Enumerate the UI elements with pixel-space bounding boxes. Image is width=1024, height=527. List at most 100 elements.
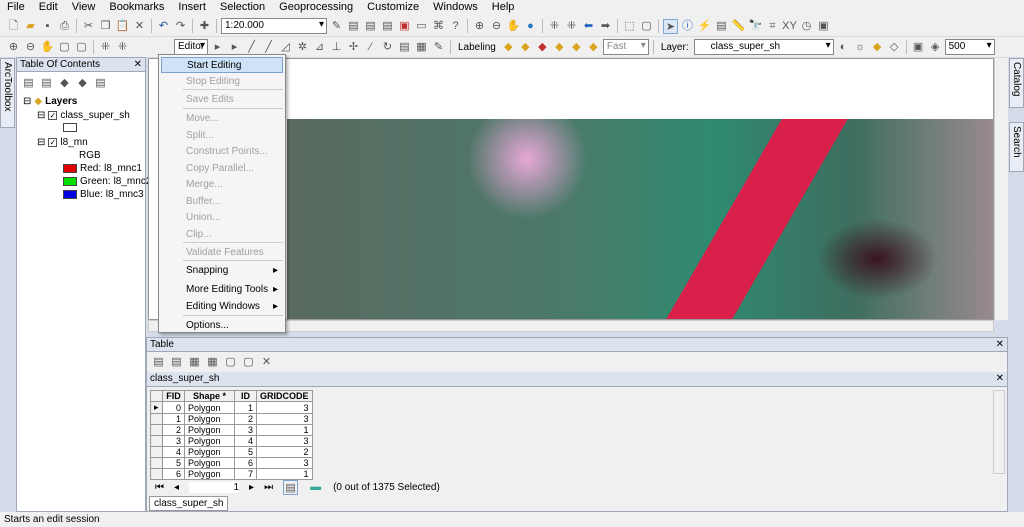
delete-selected-icon[interactable]: ✕ xyxy=(259,355,274,370)
table-cell[interactable]: Polygon xyxy=(184,446,235,458)
table-row[interactable]: 3 Polygon 4 3 xyxy=(150,435,313,447)
menu-item-snapping[interactable]: Snapping ▸ xyxy=(161,263,283,279)
zoom-whole-page-icon[interactable]: ▢ xyxy=(57,40,72,55)
zoom-in-layout-icon[interactable]: ⊕ xyxy=(6,40,21,55)
symbol-size-icon[interactable]: ◈ xyxy=(928,40,943,55)
table-cell[interactable]: 3 xyxy=(256,413,313,425)
ref-scale-spinner[interactable]: 500 xyxy=(944,39,995,55)
table-cell[interactable]: 2 xyxy=(162,424,185,436)
layer-visibility-checkbox[interactable]: ✓ xyxy=(48,111,58,120)
row-selector[interactable] xyxy=(150,446,163,458)
table-cell[interactable]: Polygon xyxy=(184,424,235,436)
zoom-100-icon[interactable]: ▢ xyxy=(74,40,89,55)
end-point-arc-icon[interactable]: ╱ xyxy=(261,40,276,55)
table-cell[interactable]: 1 xyxy=(234,401,257,414)
list-by-drawing-order-icon[interactable]: ▤ xyxy=(21,76,36,91)
catalog-tab[interactable]: Catalog xyxy=(1009,58,1024,108)
edit-vertices-icon[interactable]: ⊿ xyxy=(312,40,327,55)
identify-icon[interactable]: ⓘ xyxy=(680,19,695,34)
modelbuilder-icon[interactable]: ⌘ xyxy=(431,19,446,34)
layer-name[interactable]: class_super_sh xyxy=(60,110,129,121)
table-tab[interactable]: class_super_sh xyxy=(149,496,229,511)
table-row[interactable]: ▸ 0 Polygon 1 3 xyxy=(150,401,313,414)
find-route-icon[interactable]: ⌗ xyxy=(765,19,780,34)
rotate-icon[interactable]: ↻ xyxy=(380,40,395,55)
time-slider-icon[interactable]: ◷ xyxy=(799,19,814,34)
menu-bookmarks[interactable]: Bookmarks xyxy=(102,0,171,16)
flicker-icon[interactable]: ◇ xyxy=(887,40,902,55)
collapse-icon[interactable]: ⊟ xyxy=(37,110,45,121)
close-icon[interactable]: ✕ xyxy=(134,59,142,70)
previous-record-icon[interactable]: ◂ xyxy=(174,482,179,493)
collapse-icon[interactable]: ⊟ xyxy=(37,137,45,148)
close-icon[interactable]: ✕ xyxy=(996,339,1004,350)
select-features-icon[interactable]: ⬚ xyxy=(622,19,637,34)
brightness-icon[interactable]: ☼ xyxy=(853,40,868,55)
new-icon[interactable]: 🗋 xyxy=(6,19,21,34)
menu-insert[interactable]: Insert xyxy=(171,0,213,16)
quality-combo[interactable]: Fast xyxy=(602,39,649,55)
create-viewer-icon[interactable]: ▣ xyxy=(816,19,831,34)
clear-selection-icon[interactable]: ▢ xyxy=(223,355,238,370)
fixed-zoom-in-layout-icon[interactable]: ⁜ xyxy=(98,40,113,55)
list-by-source-icon[interactable]: ▤ xyxy=(39,76,54,91)
column-header[interactable]: Shape * xyxy=(184,390,235,402)
row-selector[interactable] xyxy=(150,413,163,425)
table-cell[interactable]: 3 xyxy=(234,424,257,436)
menu-windows[interactable]: Windows xyxy=(426,0,485,16)
arctoolbox-icon[interactable]: ▣ xyxy=(397,19,412,34)
pan-layout-icon[interactable]: ✋ xyxy=(40,40,55,55)
help-icon[interactable]: ? xyxy=(448,19,463,34)
table-cell[interactable]: 1 xyxy=(256,468,313,480)
record-number-input[interactable]: 1 xyxy=(189,482,240,493)
show-selected-records-icon[interactable]: ▬ xyxy=(308,480,323,495)
switch-selection-icon[interactable]: ▦ xyxy=(205,355,220,370)
last-record-icon[interactable]: ⏭ xyxy=(264,482,273,493)
table-row[interactable]: 1 Polygon 2 3 xyxy=(150,413,313,425)
select-elements-icon[interactable]: ➤ xyxy=(663,18,678,34)
toc-window-icon[interactable]: ▤ xyxy=(346,19,361,34)
html-popup-icon[interactable]: ▤ xyxy=(714,19,729,34)
table-cell[interactable]: Polygon xyxy=(184,401,235,414)
contrast-icon[interactable]: ◐ xyxy=(836,40,851,55)
clear-selection-icon[interactable]: ▢ xyxy=(639,19,654,34)
table-row[interactable]: 2 Polygon 3 1 xyxy=(150,424,313,436)
scale-combo[interactable]: 1:20.000 xyxy=(221,18,327,34)
table-cell[interactable]: 6 xyxy=(162,468,185,480)
add-data-icon[interactable]: ✚ xyxy=(197,19,212,34)
column-header[interactable]: ID xyxy=(234,390,257,402)
table-scrollbar[interactable] xyxy=(993,390,1005,474)
table-options-icon[interactable]: ▤ xyxy=(151,355,166,370)
table-cell[interactable]: 5 xyxy=(162,457,185,469)
table-cell[interactable]: 3 xyxy=(256,435,313,447)
row-selector[interactable]: ▸ xyxy=(150,401,163,414)
table-cell[interactable]: Polygon xyxy=(184,413,235,425)
row-selector[interactable] xyxy=(150,424,163,436)
straight-segment-icon[interactable]: ╱ xyxy=(244,40,259,55)
menu-item-more-editing-tools[interactable]: More Editing Tools ▸ xyxy=(161,282,283,298)
options-icon[interactable]: ▤ xyxy=(93,76,108,91)
attributes-icon[interactable]: ▤ xyxy=(397,40,412,55)
find-icon[interactable]: 🔭 xyxy=(748,19,763,34)
table-cell[interactable]: 6 xyxy=(234,457,257,469)
go-to-xy-icon[interactable]: XY xyxy=(782,19,797,34)
zoom-to-selected-icon[interactable]: ▢ xyxy=(241,355,256,370)
zoom-out-icon[interactable]: ⊖ xyxy=(489,19,504,34)
point-icon[interactable]: ✲ xyxy=(295,40,310,55)
trace-icon[interactable]: ◿ xyxy=(278,40,293,55)
edit-tool-icon[interactable]: ▸ xyxy=(210,40,225,55)
catalog-window-icon[interactable]: ▤ xyxy=(363,19,378,34)
fixed-zoom-out-icon[interactable]: ⁜ xyxy=(564,19,579,34)
cut-icon[interactable]: ✂ xyxy=(81,19,96,34)
column-header[interactable]: FID xyxy=(162,390,185,402)
split-icon[interactable]: ⁄ xyxy=(363,40,378,55)
paste-icon[interactable]: 📋 xyxy=(115,19,130,34)
menu-help[interactable]: Help xyxy=(485,0,522,16)
create-features-icon[interactable]: ✎ xyxy=(431,40,446,55)
table-cell[interactable]: 3 xyxy=(256,457,313,469)
measure-icon[interactable]: 📏 xyxy=(731,19,746,34)
forward-icon[interactable]: ➡ xyxy=(598,19,613,34)
menu-item-start-editing[interactable]: Start Editing xyxy=(161,57,283,73)
next-record-icon[interactable]: ▸ xyxy=(249,482,254,493)
menu-item-options[interactable]: Options... xyxy=(161,318,283,334)
